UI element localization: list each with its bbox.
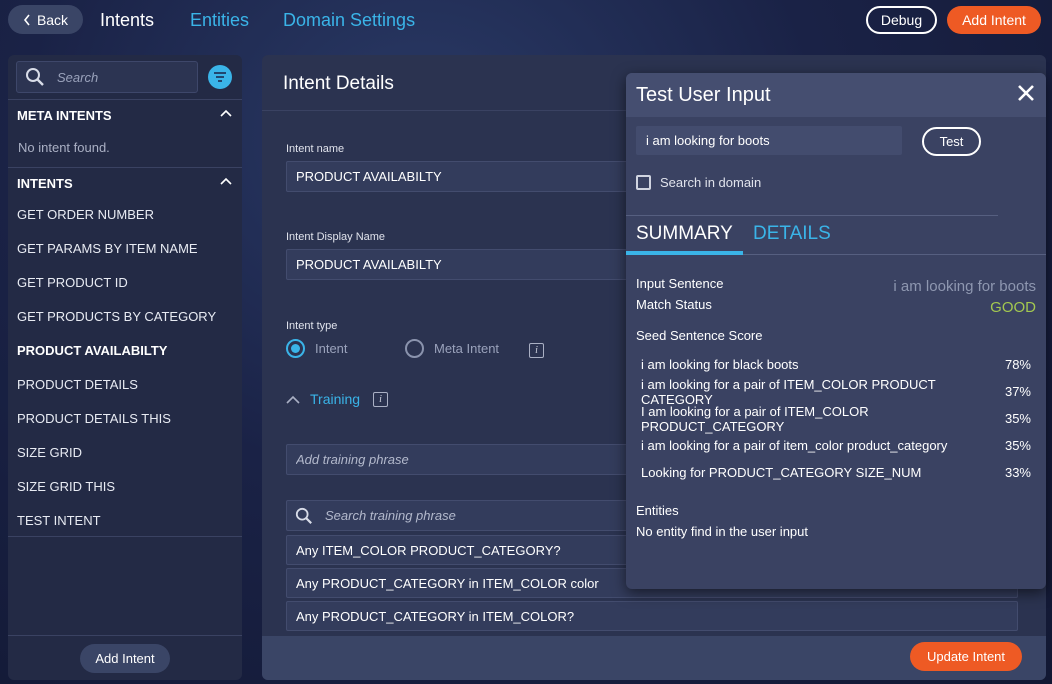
back-button[interactable]: Back	[8, 5, 83, 34]
filter-button[interactable]	[208, 65, 232, 89]
tab-summary[interactable]: SUMMARY	[636, 223, 733, 245]
active-tab-indicator	[626, 251, 743, 255]
meta-intents-header[interactable]: META INTENTS	[8, 99, 242, 131]
training-phrase-row[interactable]: Any PRODUCT_CATEGORY in ITEM_COLOR?	[286, 601, 1018, 631]
page-title: Intent Details	[283, 73, 394, 94]
search-in-domain-label: Search in domain	[660, 175, 762, 190]
intent-item[interactable]: GET PARAMS BY ITEM NAME	[8, 231, 242, 265]
chevron-left-icon	[23, 14, 30, 25]
divider	[8, 536, 242, 537]
seed-sentence: i am looking for a pair of ITEM_COLOR PR…	[641, 376, 936, 407]
meta-empty-note: No intent found.	[18, 140, 110, 155]
display-name-label: Intent Display Name	[286, 231, 386, 243]
close-icon[interactable]	[1016, 83, 1036, 103]
seed-row: i am looking for black boots 78%	[641, 351, 1031, 378]
seed-score: 35%	[1004, 411, 1031, 426]
intent-item[interactable]: GET PRODUCTS BY CATEGORY	[8, 299, 242, 333]
info-icon[interactable]: i	[529, 343, 544, 358]
intents-title: INTENTS	[17, 176, 73, 191]
intent-name-label: Intent name	[286, 143, 345, 155]
intent-item[interactable]: GET ORDER NUMBER	[8, 197, 242, 231]
filter-icon	[214, 72, 226, 82]
seed-sentence: i am looking for a pair of item_color pr…	[641, 438, 948, 453]
intent-item[interactable]: PRODUCT DETAILS	[8, 367, 242, 401]
test-panel-title: Test User Input	[636, 84, 771, 106]
intent-item[interactable]: SIZE GRID THIS	[8, 469, 242, 503]
main-footer: Update Intent	[262, 636, 1046, 680]
search-in-domain-checkbox[interactable]: Search in domain	[636, 175, 761, 190]
match-status-value: GOOD	[990, 299, 1036, 316]
seed-sentence: Looking for PRODUCT_CATEGORY SIZE_NUM	[641, 465, 922, 480]
entities-label: Entities	[636, 503, 679, 518]
nav-entities[interactable]: Entities	[190, 10, 249, 31]
nav-domain-settings[interactable]: Domain Settings	[283, 10, 415, 31]
divider	[626, 215, 998, 216]
search-icon	[295, 507, 312, 524]
search-training-phrase-input[interactable]	[325, 508, 625, 523]
radio-intent-label: Intent	[315, 341, 348, 356]
seed-sentence-list: i am looking for black boots 78% i am loo…	[641, 351, 1031, 486]
seed-row: I am looking for a pair of ITEM_COLOR PR…	[641, 403, 1031, 434]
intent-item[interactable]: GET PRODUCT ID	[8, 265, 242, 299]
debug-button[interactable]: Debug	[866, 6, 937, 34]
input-sentence-label: Input Sentence	[636, 276, 724, 291]
seed-score: 78%	[1004, 357, 1031, 372]
match-status-label: Match Status	[636, 297, 712, 312]
top-bar: Back Intents Entities Domain Settings De…	[0, 0, 1052, 40]
entities-value: No entity find in the user input	[636, 524, 808, 539]
training-label: Training	[310, 391, 361, 407]
seed-score: 35%	[1004, 438, 1031, 453]
seed-score: 37%	[1004, 384, 1031, 399]
seed-row: i am looking for a pair of ITEM_COLOR PR…	[641, 376, 1031, 407]
divider	[8, 635, 242, 636]
search-icon	[26, 68, 44, 86]
meta-intents-title: META INTENTS	[17, 108, 112, 123]
radio-meta-intent[interactable]: Meta Intent	[405, 339, 499, 358]
radio-intent[interactable]: Intent	[286, 339, 348, 358]
seed-row: Looking for PRODUCT_CATEGORY SIZE_NUM 33%	[641, 459, 1031, 486]
back-label: Back	[36, 11, 69, 28]
test-user-input-panel: Test User Input Test Search in domain SU…	[626, 73, 1046, 589]
info-icon[interactable]: i	[373, 392, 388, 407]
test-button[interactable]: Test	[922, 127, 981, 156]
update-intent-button[interactable]: Update Intent	[910, 642, 1022, 671]
seed-sentence: i am looking for black boots	[641, 357, 799, 372]
intents-header[interactable]: INTENTS	[8, 167, 242, 199]
sidebar-search-input[interactable]	[57, 69, 177, 85]
input-sentence-value: i am looking for boots	[893, 278, 1036, 295]
test-input-field[interactable]	[636, 126, 902, 155]
tab-details[interactable]: DETAILS	[753, 223, 831, 245]
seed-row: i am looking for a pair of item_color pr…	[641, 432, 1031, 459]
intent-item-selected[interactable]: PRODUCT AVAILABILTY	[8, 333, 242, 367]
radio-meta-label: Meta Intent	[434, 341, 500, 356]
sidebar-search[interactable]	[16, 61, 198, 93]
chevron-up-icon	[220, 177, 232, 185]
chevron-up-icon	[286, 395, 300, 404]
radio-selected-icon	[286, 339, 305, 358]
intent-type-label: Intent type	[286, 320, 338, 332]
training-toggle[interactable]: Training	[286, 391, 360, 407]
nav-intents[interactable]: Intents	[100, 10, 154, 31]
intent-item[interactable]: PRODUCT DETAILS THIS	[8, 401, 242, 435]
seed-score: 33%	[1004, 465, 1031, 480]
sidebar-add-intent-button[interactable]: Add Intent	[80, 644, 170, 673]
intent-item[interactable]: TEST INTENT	[8, 503, 242, 537]
chevron-up-icon	[220, 109, 232, 117]
checkbox-icon	[636, 175, 651, 190]
test-panel-header: Test User Input	[626, 73, 1046, 117]
radio-unselected-icon	[405, 339, 424, 358]
seed-score-label: Seed Sentence Score	[636, 328, 763, 343]
intent-item[interactable]: SIZE GRID	[8, 435, 242, 469]
add-intent-button[interactable]: Add Intent	[947, 6, 1041, 34]
intent-sidebar: META INTENTS No intent found. INTENTS GE…	[8, 55, 242, 680]
intent-list: GET ORDER NUMBER GET PARAMS BY ITEM NAME…	[8, 197, 242, 537]
seed-sentence: I am looking for a pair of ITEM_COLOR PR…	[641, 403, 869, 434]
